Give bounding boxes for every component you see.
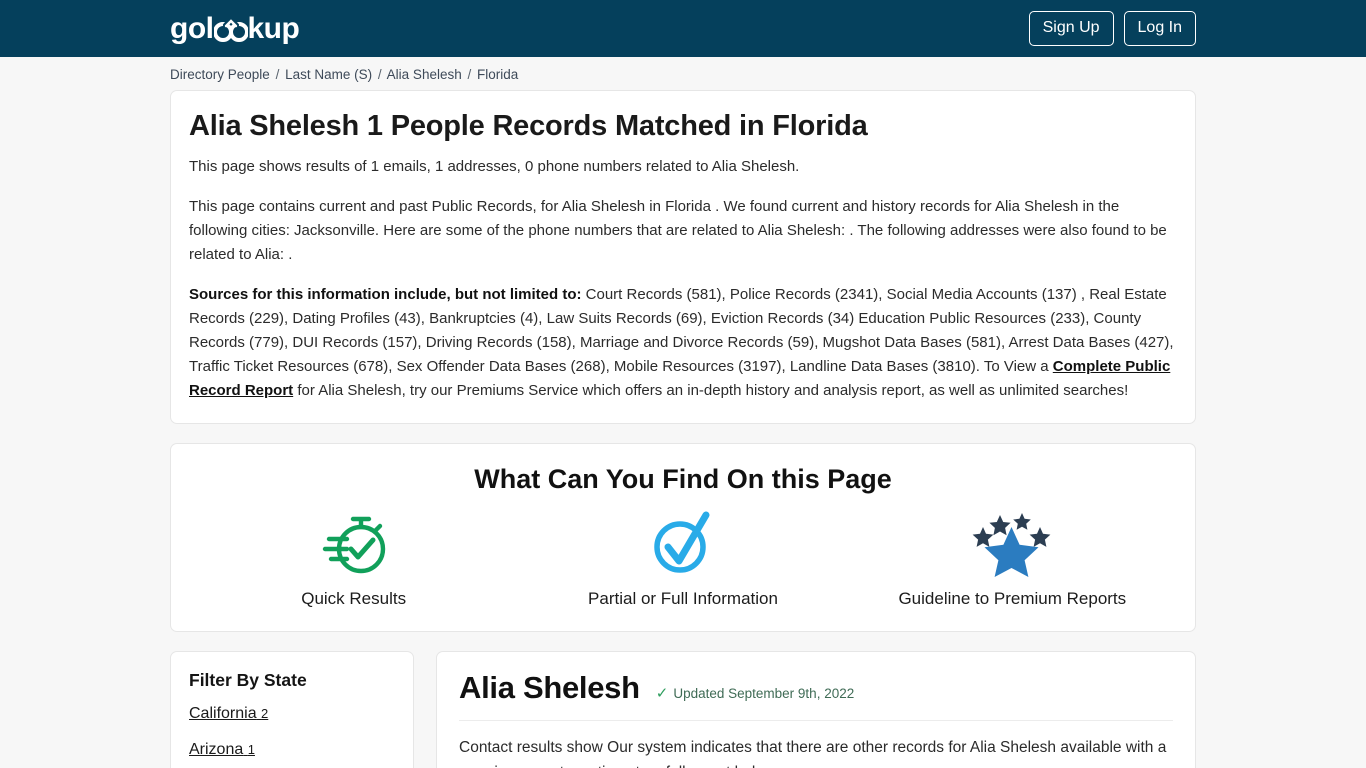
updated-badge: ✓ Updated September 9th, 2022 <box>656 686 854 701</box>
result-description: Contact results show Our system indicate… <box>459 739 1167 768</box>
breadcrumb: Directory People / Last Name (S) / Alia … <box>0 57 1366 90</box>
sign-up-button[interactable]: Sign Up <box>1028 11 1114 46</box>
feature-partial-or-full-information: Partial or Full Information <box>520 509 846 609</box>
results-summary: This page shows results of 1 emails, 1 a… <box>189 158 800 175</box>
filter-by-state-title: Filter By State <box>189 670 307 690</box>
site-logo[interactable]: gol kup <box>170 11 300 45</box>
breadcrumb-separator: / <box>275 67 280 82</box>
site-header: gol kup Sign Up Log In <box>0 0 1366 57</box>
filter-by-state-panel: Filter By State California 2 Arizona 1 N… <box>170 651 414 768</box>
breadcrumb-separator: / <box>467 67 472 82</box>
page-title: Alia Shelesh 1 People Records Matched in… <box>189 110 868 142</box>
state-name: California <box>189 705 257 722</box>
stars-icon <box>970 509 1054 577</box>
intro-card: Alia Shelesh 1 People Records Matched in… <box>170 90 1196 424</box>
magnifier-oo-icon <box>213 14 248 44</box>
feature-label: Guideline to Premium Reports <box>898 589 1127 608</box>
what-can-you-find-card: What Can You Find On this Page Quick Res… <box>170 443 1196 632</box>
breadcrumb-item-last-name[interactable]: Last Name (S) <box>285 67 372 82</box>
person-result-card: Alia Shelesh ✓ Updated September 9th, 20… <box>436 651 1196 768</box>
state-count: 2 <box>261 706 269 721</box>
feature-guideline-to-premium-reports: Guideline to Premium Reports <box>849 509 1175 609</box>
check-icon: ✓ <box>655 685 669 702</box>
find-section-title: What Can You Find On this Page <box>474 464 892 494</box>
state-filter-arizona[interactable]: Arizona 1 <box>189 741 395 759</box>
sources-label: Sources for this information include, bu… <box>189 286 582 303</box>
breadcrumb-item-directory-people[interactable]: Directory People <box>170 67 270 82</box>
breadcrumb-item-alia-shelesh[interactable]: Alia Shelesh <box>387 67 462 82</box>
feature-row: Quick Results Partial or Full Informatio… <box>189 509 1177 609</box>
stopwatch-check-icon <box>317 509 391 577</box>
breadcrumb-separator: / <box>377 67 382 82</box>
log-in-button[interactable]: Log In <box>1123 11 1196 46</box>
feature-quick-results: Quick Results <box>191 509 517 609</box>
updated-label: Updated September 9th, 2022 <box>673 686 855 701</box>
logo-text-part-one: gol <box>170 11 214 45</box>
breadcrumb-item-florida[interactable]: Florida <box>477 67 518 82</box>
sources-paragraph: Sources for this information include, bu… <box>189 283 1177 403</box>
feature-label: Quick Results <box>301 589 407 608</box>
page-content: Alia Shelesh 1 People Records Matched in… <box>0 90 1366 768</box>
result-header: Alia Shelesh ✓ Updated September 9th, 20… <box>459 670 1173 721</box>
state-filter-california[interactable]: California 2 <box>189 705 395 723</box>
person-name: Alia Shelesh <box>459 670 640 705</box>
circle-check-icon <box>648 509 718 577</box>
state-count: 1 <box>247 742 255 757</box>
bottom-row: Filter By State California 2 Arizona 1 N… <box>170 651 1196 768</box>
feature-label: Partial or Full Information <box>588 589 778 608</box>
logo-text-part-two: kup <box>247 11 300 45</box>
sources-tail: for Alia Shelesh, try our Premiums Servi… <box>293 382 1129 399</box>
auth-button-group: Sign Up Log In <box>1028 11 1196 46</box>
state-name: Arizona <box>189 741 244 758</box>
records-description: This page contains current and past Publ… <box>189 198 1167 263</box>
